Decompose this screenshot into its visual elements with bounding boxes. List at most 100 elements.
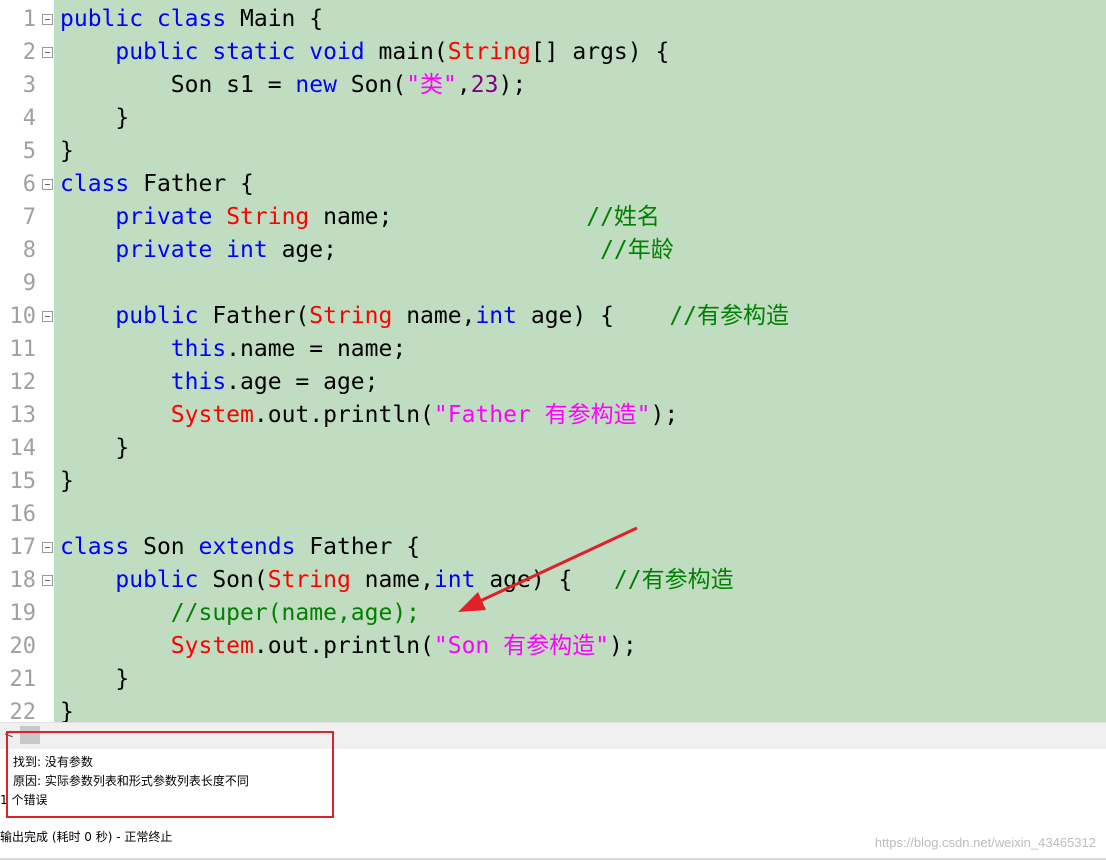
- line-number: 14: [9, 436, 37, 461]
- code-token: Father {: [129, 171, 254, 197]
- fold-collapse-icon[interactable]: [42, 542, 53, 553]
- line-number: 15: [9, 469, 37, 494]
- code-line: Son s1 = new Son("类",23);: [60, 69, 526, 102]
- code-token: //年龄: [600, 237, 674, 263]
- code-token: );: [498, 72, 527, 98]
- line-number: 1: [22, 7, 36, 32]
- fold-collapse-icon[interactable]: [42, 14, 53, 25]
- line-number: 6: [22, 172, 36, 197]
- code-token: class: [60, 534, 130, 560]
- error-highlight-box: [6, 731, 334, 818]
- code-line: System.out.println("Son 有参构造");: [60, 630, 637, 663]
- code-token: Father {: [295, 534, 421, 560]
- line-number: 17: [9, 535, 37, 560]
- code-token: this: [170, 336, 227, 362]
- line-number: 9: [22, 271, 36, 296]
- code-token: Son s1 =: [60, 72, 296, 98]
- line-number: 8: [22, 238, 36, 263]
- code-line: //super(name,age);: [60, 597, 420, 630]
- code-token: .out.println(: [253, 402, 434, 428]
- code-token: public: [115, 303, 199, 329]
- code-token: int: [433, 567, 476, 593]
- watermark: https://blog.csdn.net/weixin_43465312: [874, 835, 1096, 850]
- line-number: 7: [22, 205, 36, 230]
- code-token: );: [650, 402, 679, 428]
- code-line: private int age; //年龄: [60, 234, 674, 267]
- code-token: "类": [406, 72, 457, 98]
- code-line: }: [60, 696, 74, 722]
- code-line: private String name; //姓名: [60, 201, 660, 234]
- line-number: 4: [22, 106, 36, 131]
- line-number: 5: [22, 139, 36, 164]
- line-number: 22: [9, 700, 37, 722]
- code-line: System.out.println("Father 有参构造");: [60, 399, 678, 432]
- line-number: 13: [9, 403, 37, 428]
- output-complete-status: 输出完成 (耗时 0 秒) - 正常终止: [0, 830, 173, 844]
- code-line: }: [60, 663, 129, 696]
- code-line: }: [60, 102, 129, 135]
- line-number: 3: [22, 73, 36, 98]
- code-token: int: [475, 303, 517, 329]
- code-token: .out.println(: [253, 633, 434, 659]
- code-token: //有参构造: [613, 567, 734, 593]
- code-token: String: [447, 39, 531, 65]
- code-token: .name = name;: [226, 336, 407, 362]
- fold-collapse-icon[interactable]: [42, 575, 53, 586]
- code-token: age) {: [517, 303, 670, 329]
- code-token: "Son 有参构造": [433, 633, 609, 659]
- line-number: 10: [9, 304, 37, 329]
- code-token: Main {: [226, 6, 324, 32]
- code-line: class Son extends Father {: [60, 531, 420, 564]
- line-number: 12: [9, 370, 37, 395]
- code-token: //有参构造: [669, 303, 790, 329]
- code-token: );: [608, 633, 637, 659]
- code-token: String: [226, 204, 310, 230]
- code-token: ,: [456, 72, 471, 98]
- code-line: this.age = age;: [60, 366, 379, 399]
- code-token: //姓名: [586, 204, 660, 230]
- code-token: System: [170, 633, 254, 659]
- code-token: }: [60, 666, 130, 692]
- code-line: }: [60, 432, 129, 465]
- code-line: }: [60, 465, 74, 498]
- code-editor[interactable]: 1 2 3 4 5 6 7 8 9 10 11 12 13 14 15 16 17 18 19 20 21 22 publ…: [0, 0, 1106, 722]
- line-number-gutter: 1 2 3 4 5 6 7 8 9 10 11 12 13 14 15 16 17 18 19 20 21 22: [0, 0, 54, 722]
- code-line: }: [60, 135, 74, 168]
- fold-collapse-icon[interactable]: [42, 47, 53, 58]
- code-line: public static void main(String[] args) {: [60, 36, 669, 69]
- fold-collapse-icon[interactable]: [42, 179, 53, 190]
- line-number: 18: [9, 568, 37, 593]
- code-token: String: [309, 303, 393, 329]
- code-token: name,: [350, 567, 434, 593]
- code-token: name,: [392, 303, 476, 329]
- code-token: //super(name,age);: [170, 600, 421, 626]
- code-token: private: [115, 204, 213, 230]
- code-line: public Father(String name,int age) { //有…: [60, 300, 789, 333]
- code-token: String: [267, 567, 351, 593]
- code-line: public class Main {: [60, 3, 323, 36]
- code-token: age) {: [475, 567, 614, 593]
- line-number: 16: [9, 502, 37, 527]
- code-line: this.name = name;: [60, 333, 406, 366]
- line-number: 19: [9, 601, 37, 626]
- line-number: 2: [22, 40, 36, 65]
- code-token: Son(: [336, 72, 407, 98]
- code-token: }: [60, 468, 74, 494]
- code-token: Son(: [198, 567, 268, 593]
- line-number: 11: [9, 337, 37, 362]
- code-token: class: [60, 171, 130, 197]
- code-line: public Son(String name,int age) { //有参构造: [60, 564, 734, 597]
- code-token: main(: [364, 39, 448, 65]
- code-token: Son: [129, 534, 199, 560]
- fold-collapse-icon[interactable]: [42, 311, 53, 322]
- code-line: class Father {: [60, 168, 254, 201]
